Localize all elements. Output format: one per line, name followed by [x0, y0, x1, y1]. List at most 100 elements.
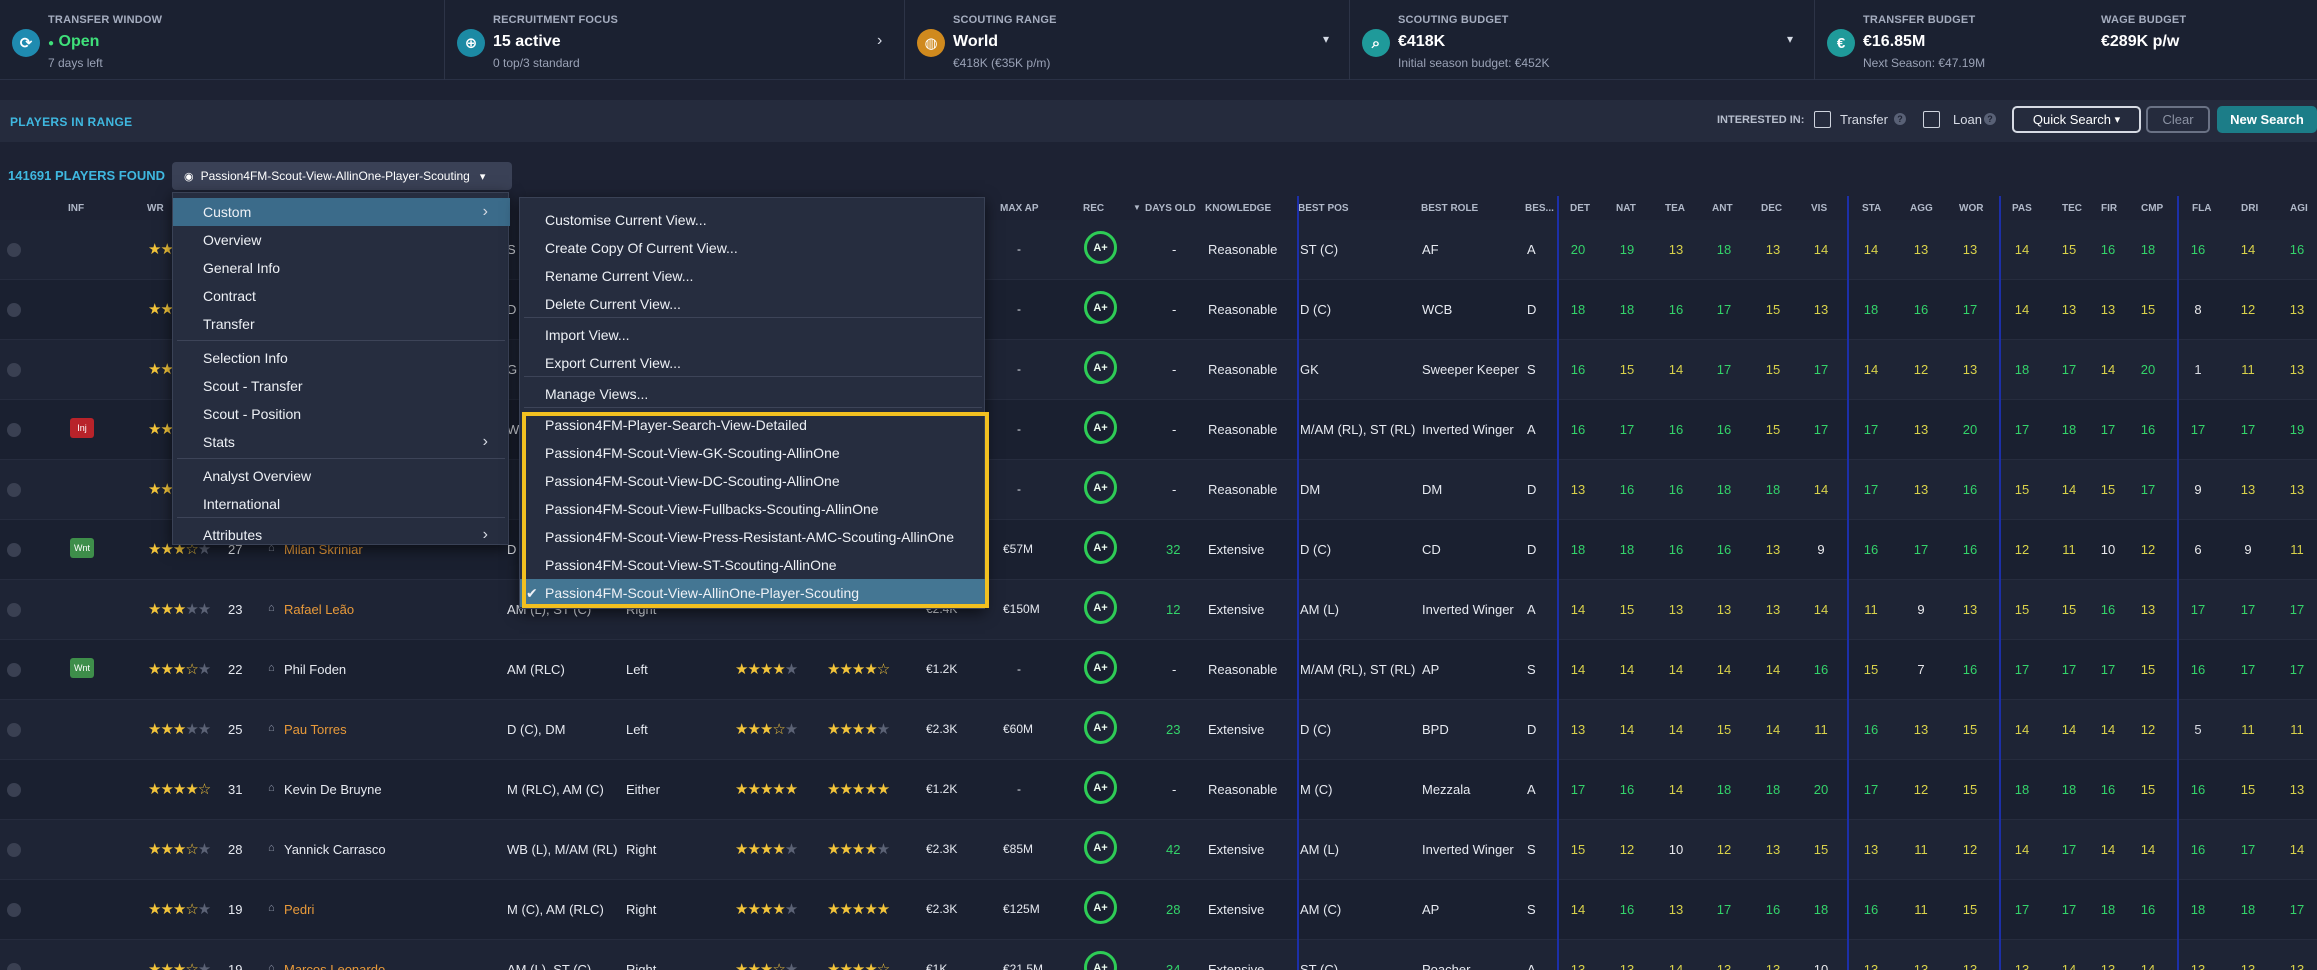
view-item[interactable]: Rename Current View...: [520, 262, 986, 290]
menu-item-overview[interactable]: Overview: [173, 226, 510, 254]
transfer-window-panel[interactable]: ⟳ TRANSFER WINDOW ● Open 7 days left: [0, 0, 445, 80]
help-icon[interactable]: ?: [1984, 113, 1996, 125]
view-selector[interactable]: ◉ Passion4FM-Scout-View-AllinOne-Player-S…: [172, 162, 512, 190]
shortlist-toggle-icon[interactable]: [7, 963, 21, 970]
player-name-link[interactable]: Marcos Leonardo: [284, 962, 385, 970]
shortlist-toggle-icon[interactable]: [7, 423, 21, 437]
shortlist-toggle-icon[interactable]: [7, 903, 21, 917]
header-agi[interactable]: AGI: [2290, 203, 2308, 214]
quick-search-button[interactable]: Quick Search ▾: [2012, 106, 2141, 133]
menu-item-general-info[interactable]: General Info: [173, 254, 510, 282]
header-days_old[interactable]: DAYS OLD: [1145, 203, 1196, 214]
shortlist-toggle-icon[interactable]: [7, 483, 21, 497]
transfer-budget-panel[interactable]: € TRANSFER BUDGET €16.85M Next Season: €…: [1815, 0, 2075, 80]
transfer-checkbox[interactable]: [1814, 111, 1831, 128]
header-cmp[interactable]: CMP: [2141, 203, 2163, 214]
header-dri[interactable]: DRI: [2241, 203, 2258, 214]
menu-item-transfer[interactable]: Transfer: [173, 310, 510, 338]
shortlist-toggle-icon[interactable]: [7, 783, 21, 797]
best-pos-cell: D (C): [1300, 302, 1332, 317]
header-ant[interactable]: ANT: [1712, 203, 1733, 214]
max-ap-cell: -: [1017, 482, 1021, 496]
scouting-range-panel[interactable]: ◍ SCOUTING RANGE World €418K (€35K p/m) …: [905, 0, 1350, 80]
view-item[interactable]: Export Current View...: [520, 349, 986, 377]
header-bes[interactable]: BES...: [1525, 203, 1554, 214]
header-sta[interactable]: STA: [1862, 203, 1881, 214]
wage-budget-panel[interactable]: WAGE BUDGET €289K p/w: [2053, 0, 2317, 80]
table-row[interactable]: ★★★☆★ 19 ⌂ Pedri M (C), AM (RLC) Right ★★★★★ ★★…: [0, 880, 2317, 940]
recruitment-focus-panel[interactable]: ⊕ RECRUITMENT FOCUS 15 active 0 top/3 st…: [445, 0, 905, 80]
player-name-link[interactable]: Kevin De Bruyne: [284, 782, 382, 797]
menu-item-scout-transfer[interactable]: Scout - Transfer: [173, 372, 510, 400]
view-item[interactable]: Import View...: [520, 321, 986, 349]
header-max_ap[interactable]: MAX AP: [1000, 203, 1039, 214]
menu-item-custom[interactable]: Custom ›: [173, 198, 510, 226]
attribute-cell: 11: [2062, 542, 2076, 557]
header-pas[interactable]: PAS: [2012, 203, 2032, 214]
header-dec[interactable]: DEC: [1761, 203, 1782, 214]
table-row[interactable]: ★★★★★ 25 ⌂ Pau Torres D (C), DM Left ★★★☆★ ★★★★…: [0, 700, 2317, 760]
view-item[interactable]: Customise Current View...: [520, 206, 986, 234]
menu-separator: [177, 517, 505, 518]
menu-item-contract[interactable]: Contract: [173, 282, 510, 310]
menu-item-analyst-overview[interactable]: Analyst Overview: [173, 462, 510, 490]
new-search-button[interactable]: New Search: [2217, 106, 2317, 133]
player-name-link[interactable]: Pau Torres: [284, 722, 347, 737]
loan-checkbox[interactable]: [1923, 111, 1940, 128]
attribute-cell: 17: [2240, 422, 2256, 437]
scouting-budget-panel[interactable]: ⌕ SCOUTING BUDGET €418K Initial season b…: [1350, 0, 1815, 80]
menu-item-selection-info[interactable]: Selection Info: [173, 344, 510, 372]
player-name-link[interactable]: Yannick Carrasco: [284, 842, 386, 857]
shortlist-toggle-icon[interactable]: [7, 723, 21, 737]
view-item[interactable]: Manage Views...: [520, 380, 986, 408]
menu-item-scout-position[interactable]: Scout - Position: [173, 400, 510, 428]
shortlist-toggle-icon[interactable]: [7, 243, 21, 257]
header-nat[interactable]: NAT: [1616, 203, 1636, 214]
view-item[interactable]: Delete Current View...: [520, 290, 986, 318]
header-wor[interactable]: WOR: [1959, 203, 1983, 214]
header-rec[interactable]: REC: [1083, 203, 1104, 214]
header-fir[interactable]: FIR: [2101, 203, 2117, 214]
header-agg[interactable]: AGG: [1910, 203, 1933, 214]
menu-item-international[interactable]: International: [173, 490, 510, 518]
table-row[interactable]: ★★★☆★ 19 ⌂ Marcos Leonardo AM (L), ST (C) Rig…: [0, 940, 2317, 970]
best-pos-cell: ST (C): [1300, 242, 1339, 257]
header-best_role[interactable]: BEST ROLE: [1421, 203, 1478, 214]
header-best_pos[interactable]: BEST POS: [1298, 203, 1349, 214]
attribute-cell: 17: [1716, 902, 1732, 917]
player-name-link[interactable]: Rafael Leão: [284, 602, 354, 617]
position-cell: AM (L), ST (C): [507, 962, 592, 970]
menu-item-stats[interactable]: Stats ›: [173, 428, 510, 456]
header-tec[interactable]: TEC: [2062, 203, 2082, 214]
help-icon[interactable]: ?: [1894, 113, 1906, 125]
shortlist-toggle-icon[interactable]: [7, 543, 21, 557]
attribute-cell: 17: [2289, 662, 2305, 677]
recommendation-badge: A+: [1084, 291, 1117, 324]
shortlist-toggle-icon[interactable]: [7, 843, 21, 857]
table-row[interactable]: ★★★★★ 23 ⌂ Rafael Leão AM (L), ST (C) Right €2…: [0, 580, 2317, 640]
table-row[interactable]: ★★★★☆ 31 ⌂ Kevin De Bruyne M (RLC), AM (C) Ei…: [0, 760, 2317, 820]
player-name-link[interactable]: Pedri: [284, 902, 314, 917]
table-row[interactable]: ★★★☆★ 28 ⌂ Yannick Carrasco WB (L), M/AM (RL…: [0, 820, 2317, 880]
header-inf[interactable]: INF: [68, 203, 84, 214]
menu-separator: [524, 376, 982, 377]
menu-item-attributes[interactable]: Attributes ›: [173, 521, 510, 549]
shortlist-toggle-icon[interactable]: [7, 603, 21, 617]
attribute-cell: 15: [1619, 602, 1635, 617]
age-cell: 19: [228, 962, 243, 970]
player-name-link[interactable]: Phil Foden: [284, 662, 346, 677]
header-det[interactable]: DET: [1570, 203, 1590, 214]
attribute-cell: 17: [1863, 782, 1879, 797]
clear-button[interactable]: Clear: [2146, 106, 2210, 133]
shortlist-toggle-icon[interactable]: [7, 303, 21, 317]
header-fla[interactable]: FLA: [2192, 203, 2211, 214]
header-tea[interactable]: TEA: [1665, 203, 1685, 214]
shortlist-toggle-icon[interactable]: [7, 663, 21, 677]
shortlist-toggle-icon[interactable]: [7, 363, 21, 377]
table-row[interactable]: Wnt ★★★☆★ 22 ⌂ Phil Foden AM (RLC) Left ★★★★★ ★★…: [0, 640, 2317, 700]
header-wr[interactable]: WR: [147, 203, 164, 214]
view-item[interactable]: Create Copy Of Current View...: [520, 234, 986, 262]
duty-cell: D: [1527, 542, 1537, 557]
header-vis[interactable]: VIS: [1811, 203, 1827, 214]
header-knowledge[interactable]: KNOWLEDGE: [1205, 203, 1271, 214]
